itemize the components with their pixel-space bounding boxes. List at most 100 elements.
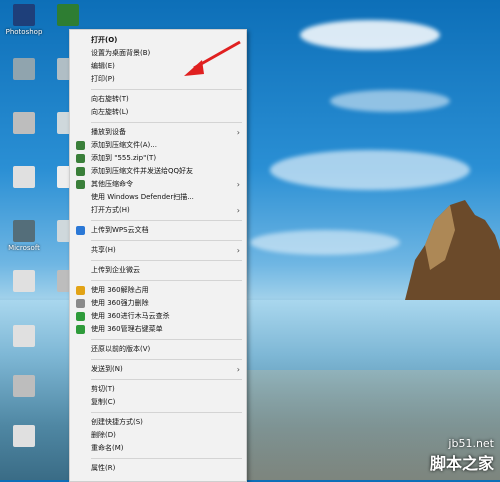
desktop-icon[interactable] xyxy=(48,4,88,28)
red-arrow-annotation xyxy=(184,40,241,76)
menu-item[interactable]: 向右旋转(T) xyxy=(70,93,246,106)
unlock-icon xyxy=(76,286,85,295)
chevron-right-icon: › xyxy=(236,128,240,137)
cloud-icon xyxy=(76,226,85,235)
watermark: jb51.net 脚本之家 xyxy=(430,437,494,474)
desktop-icon[interactable] xyxy=(4,425,44,449)
chevron-right-icon: › xyxy=(236,246,240,255)
menu-item[interactable]: 剪切(T) xyxy=(70,383,246,396)
menu-separator xyxy=(91,412,242,413)
menu-item[interactable]: 向左旋转(L) xyxy=(70,106,246,119)
desktop-icon[interactable]: Microsoft xyxy=(4,220,44,253)
menu-item-label: 重命名(M) xyxy=(91,444,124,452)
menu-item-label: 属性(R) xyxy=(91,464,116,472)
file-icon xyxy=(13,58,35,80)
menu-item[interactable]: 使用 360进行木马云查杀 xyxy=(70,310,246,323)
archive-icon xyxy=(76,180,85,189)
context-menu: 打开(O) 设置为桌面背景(B) 编辑(E) 打印(P) 向右旋转(T) 向左旋转(L) 播… xyxy=(69,29,247,482)
menu-item[interactable]: 添加到 "555.zip"(T) xyxy=(70,152,246,165)
menu-separator xyxy=(91,339,242,340)
menu-item-label: 复制(C) xyxy=(91,398,116,406)
desktop-icon[interactable]: Photoshop xyxy=(4,4,44,37)
file-icon xyxy=(13,325,35,347)
menu-item-label: 使用 360进行木马云查杀 xyxy=(91,312,170,320)
archive-icon xyxy=(76,141,85,150)
menu-item-label: 设置为桌面背景(B) xyxy=(91,49,151,57)
menu-separator xyxy=(91,260,242,261)
menu-separator xyxy=(91,122,242,123)
menu-item[interactable]: 其他压缩命令 › xyxy=(70,178,246,191)
menu-item[interactable]: 使用 360解除占用 xyxy=(70,284,246,297)
menu-item-label: 使用 360管理右键菜单 xyxy=(91,325,163,333)
menu-item-label: 播放到设备 xyxy=(91,128,126,136)
watermark-brand: 脚本之家 xyxy=(429,454,494,473)
menu-item-label: 剪切(T) xyxy=(91,385,115,393)
menu-separator xyxy=(91,89,242,90)
file-icon xyxy=(13,112,35,134)
desktop-icon-label: Microsoft xyxy=(8,244,40,252)
menu-item[interactable]: 添加到压缩文件并发送给QQ好友 xyxy=(70,165,246,178)
menu-item-label: 向左旋转(L) xyxy=(91,108,129,116)
menu-item[interactable]: 复制(C) xyxy=(70,396,246,409)
menu-item-label: 上传到WPS云文档 xyxy=(91,226,149,234)
menu-item[interactable]: 属性(R) xyxy=(70,462,246,475)
watermark-url: jb51.net xyxy=(448,437,494,450)
desktop-icon[interactable] xyxy=(4,325,44,349)
menu-item-label: 添加到 "555.zip"(T) xyxy=(91,154,157,162)
menu-item-label: 使用 Windows Defender扫描... xyxy=(91,193,194,201)
delete-icon xyxy=(76,299,85,308)
desktop-icon[interactable] xyxy=(4,58,44,82)
desktop-icon-label: Photoshop xyxy=(5,28,43,36)
menu-item-label: 编辑(E) xyxy=(91,62,115,70)
menu-item-label: 上传到企业微云 xyxy=(91,266,140,274)
menu-item-label: 使用 360强力删除 xyxy=(91,299,149,307)
chevron-right-icon: › xyxy=(236,180,240,189)
shield-icon xyxy=(76,312,85,321)
desktop-icon[interactable] xyxy=(4,270,44,294)
menu-item[interactable]: 共享(H) › xyxy=(70,244,246,257)
menu-item-label: 创建快捷方式(S) xyxy=(91,418,143,426)
menu-item-label: 发送到(N) xyxy=(91,365,123,373)
menu-item-label: 添加到压缩文件(A)... xyxy=(91,141,157,149)
menu-item[interactable]: 使用 360强力删除 xyxy=(70,297,246,310)
menu-item[interactable]: 重命名(M) xyxy=(70,442,246,455)
menu-item[interactable]: 删除(D) xyxy=(70,429,246,442)
menu-separator xyxy=(91,240,242,241)
menu-item-label: 添加到压缩文件并发送给QQ好友 xyxy=(91,167,194,175)
file-icon xyxy=(13,220,35,242)
menu-separator xyxy=(91,220,242,221)
menu-item-label: 还原以前的版本(V) xyxy=(91,345,151,353)
menu-separator xyxy=(91,458,242,459)
menu-item-label: 使用 360解除占用 xyxy=(91,286,149,294)
menu-item-label: 共享(H) xyxy=(91,246,116,254)
menu-item[interactable]: 打开方式(H) › xyxy=(70,204,246,217)
menu-item-label: 删除(D) xyxy=(91,431,116,439)
chevron-right-icon: › xyxy=(236,206,240,215)
menu-item[interactable]: 使用 360管理右键菜单 xyxy=(70,323,246,336)
file-icon xyxy=(13,425,35,447)
chevron-right-icon: › xyxy=(236,365,240,374)
menu-separator xyxy=(91,379,242,380)
menu-item[interactable]: 上传到企业微云 xyxy=(70,264,246,277)
archive-icon xyxy=(76,154,85,163)
file-icon xyxy=(13,166,35,188)
archive-icon xyxy=(76,167,85,176)
menu-item-label: 打印(P) xyxy=(91,75,115,83)
menu-item[interactable]: 添加到压缩文件(A)... xyxy=(70,139,246,152)
desktop-icon[interactable] xyxy=(4,112,44,136)
menu-item[interactable]: 使用 Windows Defender扫描... xyxy=(70,191,246,204)
menu-item[interactable]: 播放到设备 › xyxy=(70,126,246,139)
menu-separator xyxy=(91,359,242,360)
menu-item[interactable]: 还原以前的版本(V) xyxy=(70,343,246,356)
menu-item-label: 其他压缩命令 xyxy=(91,180,133,188)
menu-item[interactable]: 创建快捷方式(S) xyxy=(70,416,246,429)
menu-item-label: 向右旋转(T) xyxy=(91,95,129,103)
menu-item[interactable]: 上传到WPS云文档 xyxy=(70,224,246,237)
shield-icon xyxy=(76,325,85,334)
desktop-icon[interactable] xyxy=(4,375,44,399)
menu-item[interactable]: 发送到(N) › xyxy=(70,363,246,376)
rock-formation xyxy=(405,200,500,300)
desktop-icon[interactable] xyxy=(4,166,44,190)
file-icon xyxy=(13,4,35,26)
menu-separator xyxy=(91,280,242,281)
